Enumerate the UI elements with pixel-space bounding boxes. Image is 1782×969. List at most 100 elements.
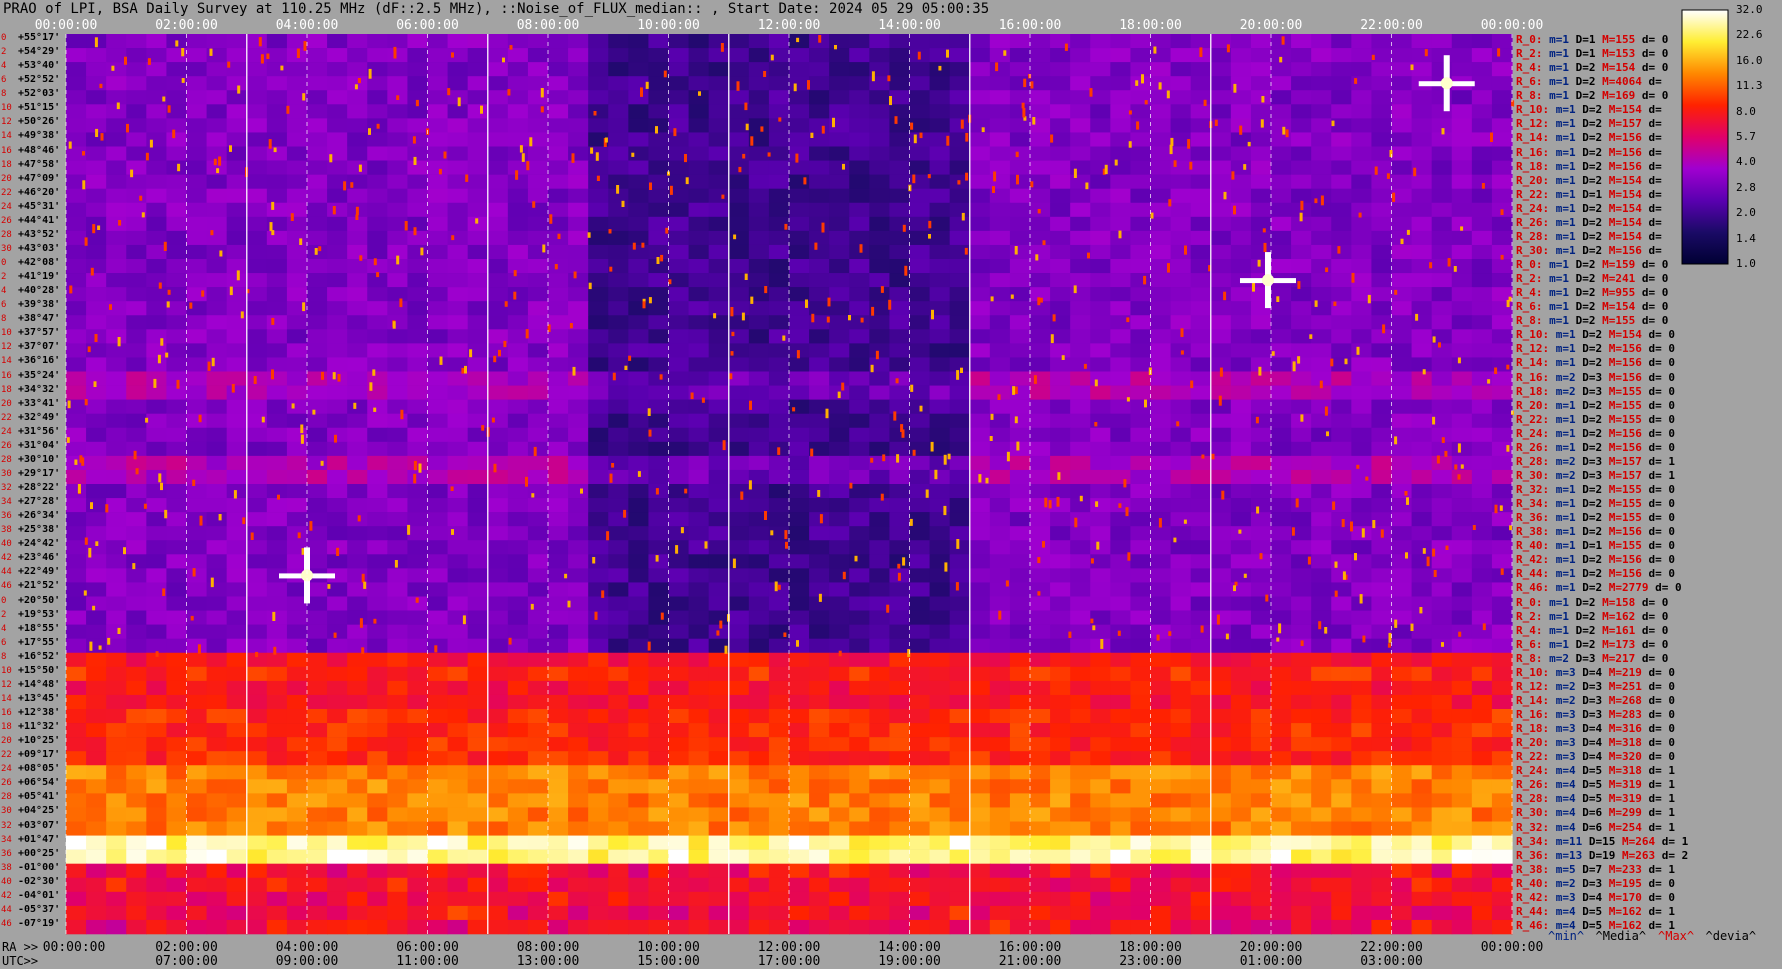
stat-field: m=1 [1542, 61, 1569, 75]
stat-field: R_20: [1516, 398, 1550, 412]
stat-field: R_22: [1516, 750, 1550, 764]
stat-field: M=162 [1602, 904, 1642, 918]
declination-label: +28°22' [18, 482, 61, 493]
stat-field: m=2 [1542, 651, 1569, 665]
ra-tick-label: 02:00:00 [155, 940, 218, 955]
stat-field: d= 0 [1641, 736, 1675, 750]
declination-label: +27°28' [18, 496, 61, 508]
stat-field: m=2 [1549, 468, 1576, 482]
stat-field: d= 0 [1635, 623, 1669, 637]
colorbar-tick: 2.8 [1736, 180, 1756, 194]
declination-label: +35°24' [18, 369, 61, 381]
ra-tick-label: 14:00:00 [878, 940, 941, 955]
stat-field: R_12: [1516, 342, 1550, 356]
stat-field: R_8: [1516, 314, 1543, 328]
utc-tick-label: 07:00:00 [155, 954, 218, 969]
row-stat: R_12: m=1 D=2 M=156 d= 0 [1516, 342, 1675, 355]
declination-label: +33°41' [18, 397, 61, 409]
stat-field: M=318 [1602, 736, 1642, 750]
stat-field: d= 0 [1635, 61, 1669, 75]
stat-field: M=173 [1595, 637, 1636, 651]
declination-label: -02°30' [18, 875, 61, 887]
stat-field: R_40: [1516, 876, 1550, 890]
row-index-label: 2 [1, 272, 7, 283]
row-stat: R_4: m=1 D=2 M=161 d= 0 [1516, 624, 1668, 637]
declination-label: +47°09' [18, 172, 61, 184]
stat-field: M=263 [1615, 848, 1656, 862]
row-index-label: 8 [1, 89, 7, 100]
row-stat: R_20: m=3 D=4 M=318 d= 0 [1516, 736, 1675, 749]
stat-field: D=2 [1575, 328, 1603, 342]
stat-field: D=2 [1569, 300, 1596, 314]
top-ra-tick: 22:00:00 [1360, 18, 1423, 33]
stat-field: R_36: [1516, 848, 1550, 862]
row-index-label: 42 [1, 553, 12, 564]
row-index-label: 6 [1, 300, 7, 311]
stat-field: D=2 [1575, 426, 1603, 440]
row-index-label: 2 [1, 47, 7, 58]
stat-field: R_36: [1516, 511, 1550, 525]
stat-field: M=156 [1602, 567, 1642, 581]
declination-label: +22°49' [18, 566, 61, 578]
stat-field: m=1 [1542, 637, 1569, 651]
row-index-label: 14 [1, 131, 12, 142]
stat-field: R_20: [1516, 736, 1550, 750]
stat-field: M=154 [1602, 103, 1642, 117]
row-index-label: 18 [1, 722, 12, 733]
stat-field: m=1 [1542, 314, 1569, 328]
stat-field: d= 0 [1635, 637, 1669, 651]
declination-label: +46°20' [18, 186, 61, 198]
row-stat: R_44: m=1 D=2 M=156 d= 0 [1516, 567, 1675, 580]
row-index-label: 32 [1, 483, 12, 493]
stat-field: m=1 [1549, 567, 1576, 581]
stat-field: d= [1641, 201, 1662, 215]
stat-field: D=1 [1569, 47, 1596, 61]
stat-field: D=2 [1569, 61, 1596, 75]
stat-field: D=2 [1569, 623, 1596, 637]
utc-tick-label: 15:00:00 [637, 954, 700, 969]
row-index-label: 16 [1, 708, 12, 718]
stat-field: D=2 [1575, 243, 1603, 257]
stat-field: M=319 [1602, 778, 1642, 792]
row-stat: R_6: m=1 D=2 M=4064 d= [1516, 75, 1662, 88]
stat-field: m=2 [1549, 679, 1576, 693]
stat-field: M=154 [1595, 61, 1636, 75]
row-stat: R_32: m=1 D=2 M=155 d= 0 [1516, 483, 1675, 496]
stat-field: m=1 [1549, 398, 1576, 412]
row-stat: R_28: m=2 D=3 M=157 d= 1 [1516, 455, 1675, 468]
declination-label: +52°52' [18, 74, 61, 86]
row-stat: R_2: m=1 D=2 M=162 d= 0 [1516, 610, 1668, 623]
top-ra-tick: 04:00:00 [275, 18, 339, 33]
colorbar-tick: 16.0 [1736, 53, 1763, 67]
stat-field: d= 0 [1641, 412, 1675, 426]
row-stat: R_36: m=1 D=2 M=155 d= 0 [1516, 511, 1675, 524]
row-index-label: 26 [1, 215, 12, 226]
stat-field: D=2 [1575, 173, 1603, 187]
utc-tick-label: 11:00:00 [396, 954, 459, 969]
stat-field: M=283 [1602, 708, 1642, 721]
stat-field: D=2 [1575, 553, 1603, 567]
stat-field: R_16: [1516, 708, 1550, 721]
row-index-label: 0 [1, 258, 7, 268]
stat-field: d= 1 [1641, 806, 1675, 820]
stat-field: m=1 [1549, 342, 1576, 356]
row-stat: R_0: m=1 D=1 M=155 d= 0 [1516, 33, 1668, 46]
stat-field: R_14: [1516, 131, 1550, 145]
stat-field: M=4064 [1595, 75, 1642, 89]
stat-field: d= 1 [1641, 454, 1675, 468]
stat-field: d= 0 [1635, 609, 1669, 623]
stat-field: R_46: [1516, 581, 1550, 595]
row-stat: R_26: m=1 D=2 M=156 d= 0 [1516, 441, 1675, 454]
stat-field: d= 0 [1635, 258, 1669, 271]
stat-field: D=2 [1575, 159, 1603, 173]
declination-label: +18°55' [18, 622, 61, 634]
row-stat: R_10: m=1 D=2 M=154 d= 0 [1516, 328, 1675, 341]
row-stat: R_34: m=1 D=2 M=155 d= 0 [1516, 497, 1675, 510]
stat-field: D=2 [1569, 286, 1596, 300]
stat-field: D=2 [1575, 131, 1603, 145]
declination-label: +37°57' [18, 327, 61, 339]
row-index-label: 28 [1, 229, 12, 240]
row-stat: R_28: m=1 D=2 M=154 d= [1516, 230, 1662, 243]
stat-field: m=1 [1542, 33, 1569, 46]
stat-field: D=5 [1575, 792, 1603, 806]
